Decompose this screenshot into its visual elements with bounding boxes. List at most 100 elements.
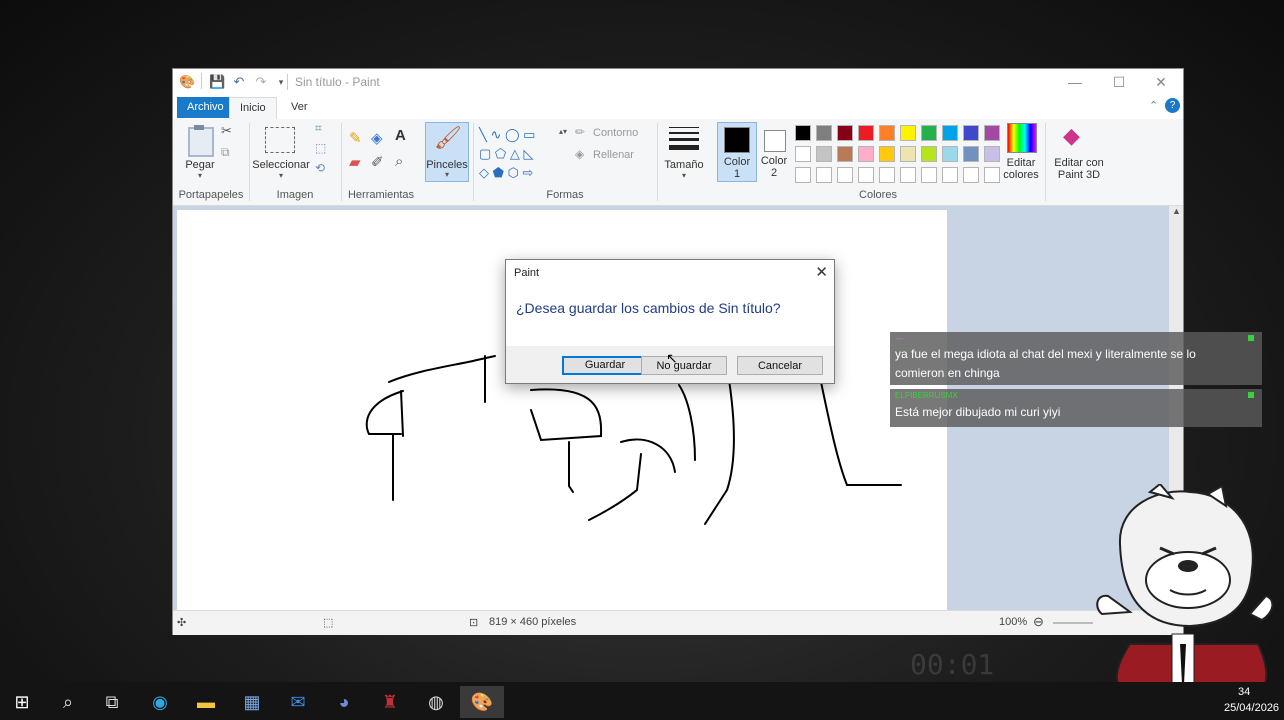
arrow-shape-icon[interactable]: ⇨ xyxy=(523,165,534,180)
zoom-out-icon[interactable]: ⊖ xyxy=(1033,614,1044,630)
rect-shape-icon[interactable]: ▭ xyxy=(523,127,535,142)
right-triangle-shape-icon[interactable]: ◺ xyxy=(523,146,533,161)
palette-swatch[interactable] xyxy=(816,125,832,141)
pencil-icon[interactable]: ✎ xyxy=(349,129,362,147)
outline-button[interactable]: Contorno xyxy=(593,127,638,139)
chevron-down-icon[interactable]: ▾ xyxy=(661,171,707,180)
clock-time[interactable]: 34 xyxy=(1238,686,1250,698)
obs-icon[interactable]: ◍ xyxy=(414,686,458,718)
fill-button[interactable]: Rellenar xyxy=(593,149,634,161)
custom-color-slot[interactable] xyxy=(900,167,916,183)
palette-swatch[interactable] xyxy=(837,146,853,162)
color-picker-icon[interactable]: ✐ xyxy=(371,153,384,171)
collapse-ribbon-icon[interactable]: ⌃ xyxy=(1149,99,1158,112)
rotate-icon[interactable]: ⟲ xyxy=(315,161,325,175)
shapes-gallery[interactable]: ╲ ∿ ◯ ▭ ▢ ⬠ △ ◺ ◇ ⬟ ⬡ ⇨ xyxy=(479,125,559,181)
edge-icon[interactable]: ◉ xyxy=(138,686,182,718)
hexagon-shape-icon[interactable]: ⬡ xyxy=(508,165,519,180)
gallery-scroll-icon[interactable]: ▴▾ xyxy=(559,127,567,136)
palette-swatch[interactable] xyxy=(879,125,895,141)
palette-swatch[interactable] xyxy=(858,125,874,141)
palette-swatch[interactable] xyxy=(984,146,1000,162)
minimize-button[interactable]: — xyxy=(1053,69,1097,95)
size-button[interactable]: Tamaño xyxy=(661,159,707,171)
chevron-down-icon[interactable]: ▾ xyxy=(181,171,219,180)
close-button[interactable]: ✕ xyxy=(1139,69,1183,95)
scroll-up-icon[interactable]: ▲ xyxy=(1172,206,1181,216)
paint3d-label-2[interactable]: Paint 3D xyxy=(1049,169,1109,181)
custom-color-slot[interactable] xyxy=(795,167,811,183)
fill-icon[interactable]: ◈ xyxy=(371,129,383,147)
select-button[interactable]: Seleccionar xyxy=(251,159,311,171)
palette-swatch[interactable] xyxy=(900,146,916,162)
undo-icon[interactable]: ↶ xyxy=(231,74,247,90)
edit-colors-icon[interactable] xyxy=(1007,123,1037,153)
eraser-icon[interactable]: ▰ xyxy=(349,153,361,171)
rounded-rect-shape-icon[interactable]: ▢ xyxy=(479,146,491,161)
chevron-down-icon[interactable]: ▾ xyxy=(251,171,311,180)
mail-icon[interactable]: ✉ xyxy=(276,686,320,718)
edit-colors-label-1[interactable]: Editar xyxy=(999,157,1043,169)
tab-archivo[interactable]: Archivo xyxy=(177,97,234,118)
crop-icon[interactable]: ⌗ xyxy=(315,121,322,136)
custom-color-slot[interactable] xyxy=(984,167,1000,183)
tab-ver[interactable]: Ver xyxy=(281,97,318,118)
task-view-icon[interactable]: ⧉ xyxy=(90,686,134,718)
palette-swatch[interactable] xyxy=(942,146,958,162)
diamond-shape-icon[interactable]: ◇ xyxy=(479,165,489,180)
palette-swatch[interactable] xyxy=(795,125,811,141)
save-icon[interactable]: 💾 xyxy=(209,74,225,90)
color2-button[interactable]: Color 2 xyxy=(755,122,793,180)
app-icon[interactable]: ♜ xyxy=(368,686,412,718)
curve-shape-icon[interactable]: ∿ xyxy=(490,127,501,142)
palette-swatch[interactable] xyxy=(795,146,811,162)
color1-button[interactable]: Color 1 xyxy=(717,122,757,182)
custom-color-slot[interactable] xyxy=(816,167,832,183)
palette-swatch[interactable] xyxy=(900,125,916,141)
paint-taskbar-icon[interactable]: 🎨 xyxy=(460,686,504,718)
cut-icon[interactable]: ✂ xyxy=(221,123,232,139)
palette-swatch[interactable] xyxy=(858,146,874,162)
store-icon[interactable]: ▦ xyxy=(230,686,274,718)
help-icon[interactable]: ? xyxy=(1165,98,1180,113)
custom-color-slot[interactable] xyxy=(963,167,979,183)
palette-swatch[interactable] xyxy=(921,125,937,141)
palette-swatch[interactable] xyxy=(963,125,979,141)
brushes-button[interactable]: 🖌 Pinceles ▾ xyxy=(425,122,469,182)
triangle-shape-icon[interactable]: △ xyxy=(510,146,520,161)
select-icon[interactable] xyxy=(265,127,295,153)
magnifier-icon[interactable]: ⌕ xyxy=(395,153,403,170)
custom-color-slot[interactable] xyxy=(858,167,874,183)
discord-icon[interactable]: ◕ xyxy=(322,686,366,718)
cancel-button[interactable]: Cancelar xyxy=(737,356,823,375)
start-icon[interactable]: ⊞ xyxy=(0,686,44,718)
custom-color-slot[interactable] xyxy=(942,167,958,183)
tab-inicio[interactable]: Inicio xyxy=(229,97,277,119)
copy-icon[interactable]: ⧉ xyxy=(221,145,230,160)
resize-icon[interactable]: ⬚ xyxy=(315,141,326,155)
file-explorer-icon[interactable]: ▬ xyxy=(184,686,228,718)
dialog-close-icon[interactable]: ✕ xyxy=(815,263,828,281)
palette-swatch[interactable] xyxy=(984,125,1000,141)
dont-save-button[interactable]: No guardar xyxy=(641,356,727,375)
palette-swatch[interactable] xyxy=(879,146,895,162)
redo-icon[interactable]: ↷ xyxy=(253,74,269,90)
save-button[interactable]: Guardar xyxy=(562,356,648,375)
line-shape-icon[interactable]: ╲ xyxy=(479,127,487,142)
text-icon[interactable]: A xyxy=(395,127,406,144)
paint3d-label-1[interactable]: Editar con xyxy=(1049,157,1109,169)
oval-shape-icon[interactable]: ◯ xyxy=(505,127,520,142)
search-icon[interactable]: ⌕ xyxy=(46,686,90,718)
palette-swatch[interactable] xyxy=(837,125,853,141)
pentagon-shape-icon[interactable]: ⬟ xyxy=(493,165,504,180)
size-icon[interactable] xyxy=(669,127,699,150)
palette-swatch[interactable] xyxy=(921,146,937,162)
paste-button[interactable]: Pegar xyxy=(181,159,219,171)
custom-color-slot[interactable] xyxy=(921,167,937,183)
polygon-shape-icon[interactable]: ⬠ xyxy=(495,146,506,161)
clock-date[interactable]: 25/04/2026 xyxy=(1224,702,1279,714)
custom-color-slot[interactable] xyxy=(837,167,853,183)
paste-icon[interactable] xyxy=(183,125,217,157)
zoom-slider[interactable] xyxy=(1053,622,1093,624)
edit-colors-label-2[interactable]: colores xyxy=(999,169,1043,181)
